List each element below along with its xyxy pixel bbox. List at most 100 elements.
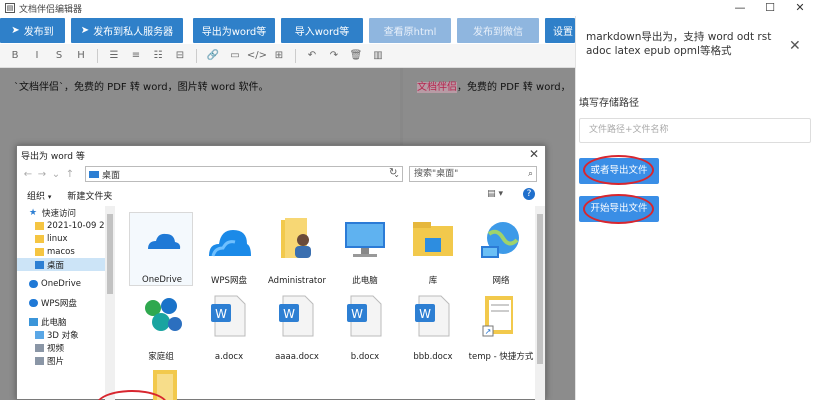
nav-item-3d-objects[interactable]: 3D 对象 xyxy=(17,328,105,341)
hr-icon[interactable]: ⊟ xyxy=(169,50,191,61)
nav-item-linux[interactable]: linux xyxy=(17,232,105,245)
quote-icon[interactable]: ☷ xyxy=(147,50,169,61)
table-icon[interactable]: ⊞ xyxy=(268,50,290,61)
trash-icon[interactable]: 🗑 xyxy=(345,50,367,61)
svg-text:W: W xyxy=(215,307,227,321)
svg-text:W: W xyxy=(419,307,431,321)
nav-item-macos[interactable]: macos xyxy=(17,245,105,258)
refresh-icon[interactable]: ↻ xyxy=(389,167,397,178)
main-toolbar: ➤ 发布到 ➤ 发布到私人服务器 导出为word等 导入word等 查看原html … xyxy=(0,16,575,44)
file-item-aaaa-docx[interactable]: W aaaa.docx xyxy=(265,288,329,362)
file-item-wps-cloud[interactable]: WPS网盘 xyxy=(197,212,261,286)
file-scrollbar[interactable] xyxy=(535,206,545,400)
settings-button[interactable]: 设置 xyxy=(545,18,575,43)
heading-icon[interactable]: H xyxy=(70,50,92,61)
send-icon: ➤ xyxy=(11,25,20,36)
file-item-bbb-docx[interactable]: W bbb.docx xyxy=(401,288,465,362)
file-item-this-pc[interactable]: 此电脑 xyxy=(333,212,397,286)
path-label: 填写存储路径 xyxy=(579,98,639,109)
file-item-homegroup[interactable]: 家庭组 xyxy=(129,288,193,362)
file-item-temp-shortcut[interactable]: ↗ temp - 快捷方式 xyxy=(469,288,533,362)
save-dialog: 导出为 word 等 ✕ ← → ⌄ ↑ 桌面 ⌄ ↻ 搜索"桌面" ⌕ 组织 … xyxy=(16,145,546,400)
view-options-icon[interactable]: ▤ ▾ xyxy=(487,189,503,199)
file-scrollbar-thumb[interactable] xyxy=(537,214,543,364)
library-icon xyxy=(413,222,453,256)
image-icon[interactable]: ▭ xyxy=(224,50,246,61)
split-view-icon[interactable]: ▥ xyxy=(367,50,389,61)
minimize-icon[interactable]: — xyxy=(725,0,755,16)
dialog-close-icon[interactable]: ✕ xyxy=(529,147,539,161)
word-doc-icon: W xyxy=(211,295,246,337)
star-icon: ★ xyxy=(29,207,38,218)
redo-icon[interactable]: ↷ xyxy=(323,50,345,61)
new-folder-button[interactable]: 新建文件夹 xyxy=(67,189,112,202)
svg-text:W: W xyxy=(351,307,363,321)
publish-private-server-button[interactable]: ➤ 发布到私人服务器 xyxy=(71,18,183,43)
homegroup-icon xyxy=(145,298,182,331)
nav-item-desktop[interactable]: 桌面 xyxy=(17,258,105,271)
nav-item-this-pc[interactable]: 此电脑 xyxy=(17,315,105,328)
file-item-onedrive[interactable]: OneDrive xyxy=(129,212,193,286)
video-icon xyxy=(35,343,44,352)
file-item-a-docx[interactable]: W a.docx xyxy=(197,288,261,362)
back-icon[interactable]: ← xyxy=(21,169,35,180)
organize-button[interactable]: 组织 ▾ xyxy=(27,189,51,202)
folder-icon xyxy=(35,247,44,256)
svg-text:↗: ↗ xyxy=(485,327,492,336)
link-icon[interactable]: 🔗 xyxy=(202,50,224,61)
export-word-button[interactable]: 导出为word等 xyxy=(193,18,275,43)
word-doc-icon: W xyxy=(347,295,382,337)
pc-icon xyxy=(29,317,38,326)
code-icon[interactable]: </> xyxy=(246,50,268,61)
file-item-b-docx[interactable]: W b.docx xyxy=(333,288,397,362)
maximize-icon[interactable]: ☐ xyxy=(755,0,785,16)
publish-wechat-button[interactable]: 发布到微信 xyxy=(457,18,539,43)
window-controls: — ☐ ✕ xyxy=(725,0,815,16)
search-input[interactable]: 搜索"桌面" ⌕ xyxy=(409,166,537,182)
shortcut-folder-icon: ↗ xyxy=(482,296,513,337)
unordered-list-icon[interactable]: ☰ xyxy=(103,50,125,61)
file-item-administrator[interactable]: Administrator xyxy=(265,212,329,286)
help-icon[interactable]: ? xyxy=(523,188,535,200)
window-title: 文档伴侣编辑器 xyxy=(19,4,83,15)
word-doc-icon: W xyxy=(415,295,450,337)
address-bar[interactable]: 桌面 ⌄ xyxy=(85,166,403,182)
bold-icon[interactable]: B xyxy=(4,50,26,61)
forward-icon[interactable]: → xyxy=(35,169,49,180)
send-icon: ➤ xyxy=(80,25,90,36)
dialog-title: 导出为 word 等 xyxy=(21,151,85,162)
annotation-oval xyxy=(583,194,654,224)
nav-scrollbar-thumb[interactable] xyxy=(107,214,113,294)
nav-item-quick-access[interactable]: ★ 快速访问 xyxy=(17,206,105,219)
panel-close-icon[interactable]: ✕ xyxy=(789,38,801,54)
divider xyxy=(196,48,197,63)
italic-icon[interactable]: I xyxy=(26,50,48,61)
command-bar: 组织 ▾ 新建文件夹 ▤ ▾ ? xyxy=(17,184,545,206)
up-icon[interactable]: ↑ xyxy=(63,169,77,180)
nav-item-wps-cloud[interactable]: WPS网盘 xyxy=(17,296,105,309)
dialog-title-bar: 导出为 word 等 ✕ xyxy=(17,146,545,164)
undo-icon[interactable]: ↶ xyxy=(301,50,323,61)
nav-item-videos[interactable]: 视频 xyxy=(17,341,105,354)
strikethrough-icon[interactable]: S xyxy=(48,50,70,61)
annotation-oval xyxy=(583,155,654,185)
user-folder-icon xyxy=(281,218,311,258)
ordered-list-icon[interactable]: ≡ xyxy=(125,50,147,61)
publish-button[interactable]: ➤ 发布到 xyxy=(0,18,65,43)
nav-item-pictures[interactable]: 图片 xyxy=(17,354,105,367)
nav-item-onedrive[interactable]: OneDrive xyxy=(17,277,105,290)
view-html-button[interactable]: 查看原html xyxy=(369,18,451,43)
nav-item-folder-2021[interactable]: 2021-10-09 21. xyxy=(17,219,105,232)
nav-scrollbar[interactable] xyxy=(105,206,115,400)
svg-text:W: W xyxy=(283,307,295,321)
path-input[interactable]: 文件路径+文件名称 xyxy=(579,118,811,143)
picture-icon xyxy=(35,356,44,365)
close-icon[interactable]: ✕ xyxy=(785,0,815,16)
network-icon xyxy=(481,222,519,258)
file-item-library[interactable]: 库 xyxy=(401,212,465,286)
history-dropdown-icon[interactable]: ⌄ xyxy=(49,169,63,180)
search-icon: ⌕ xyxy=(527,169,533,179)
import-word-button[interactable]: 导入word等 xyxy=(281,18,363,43)
desktop-icon xyxy=(35,260,44,269)
file-item-network[interactable]: 网络 xyxy=(469,212,533,286)
